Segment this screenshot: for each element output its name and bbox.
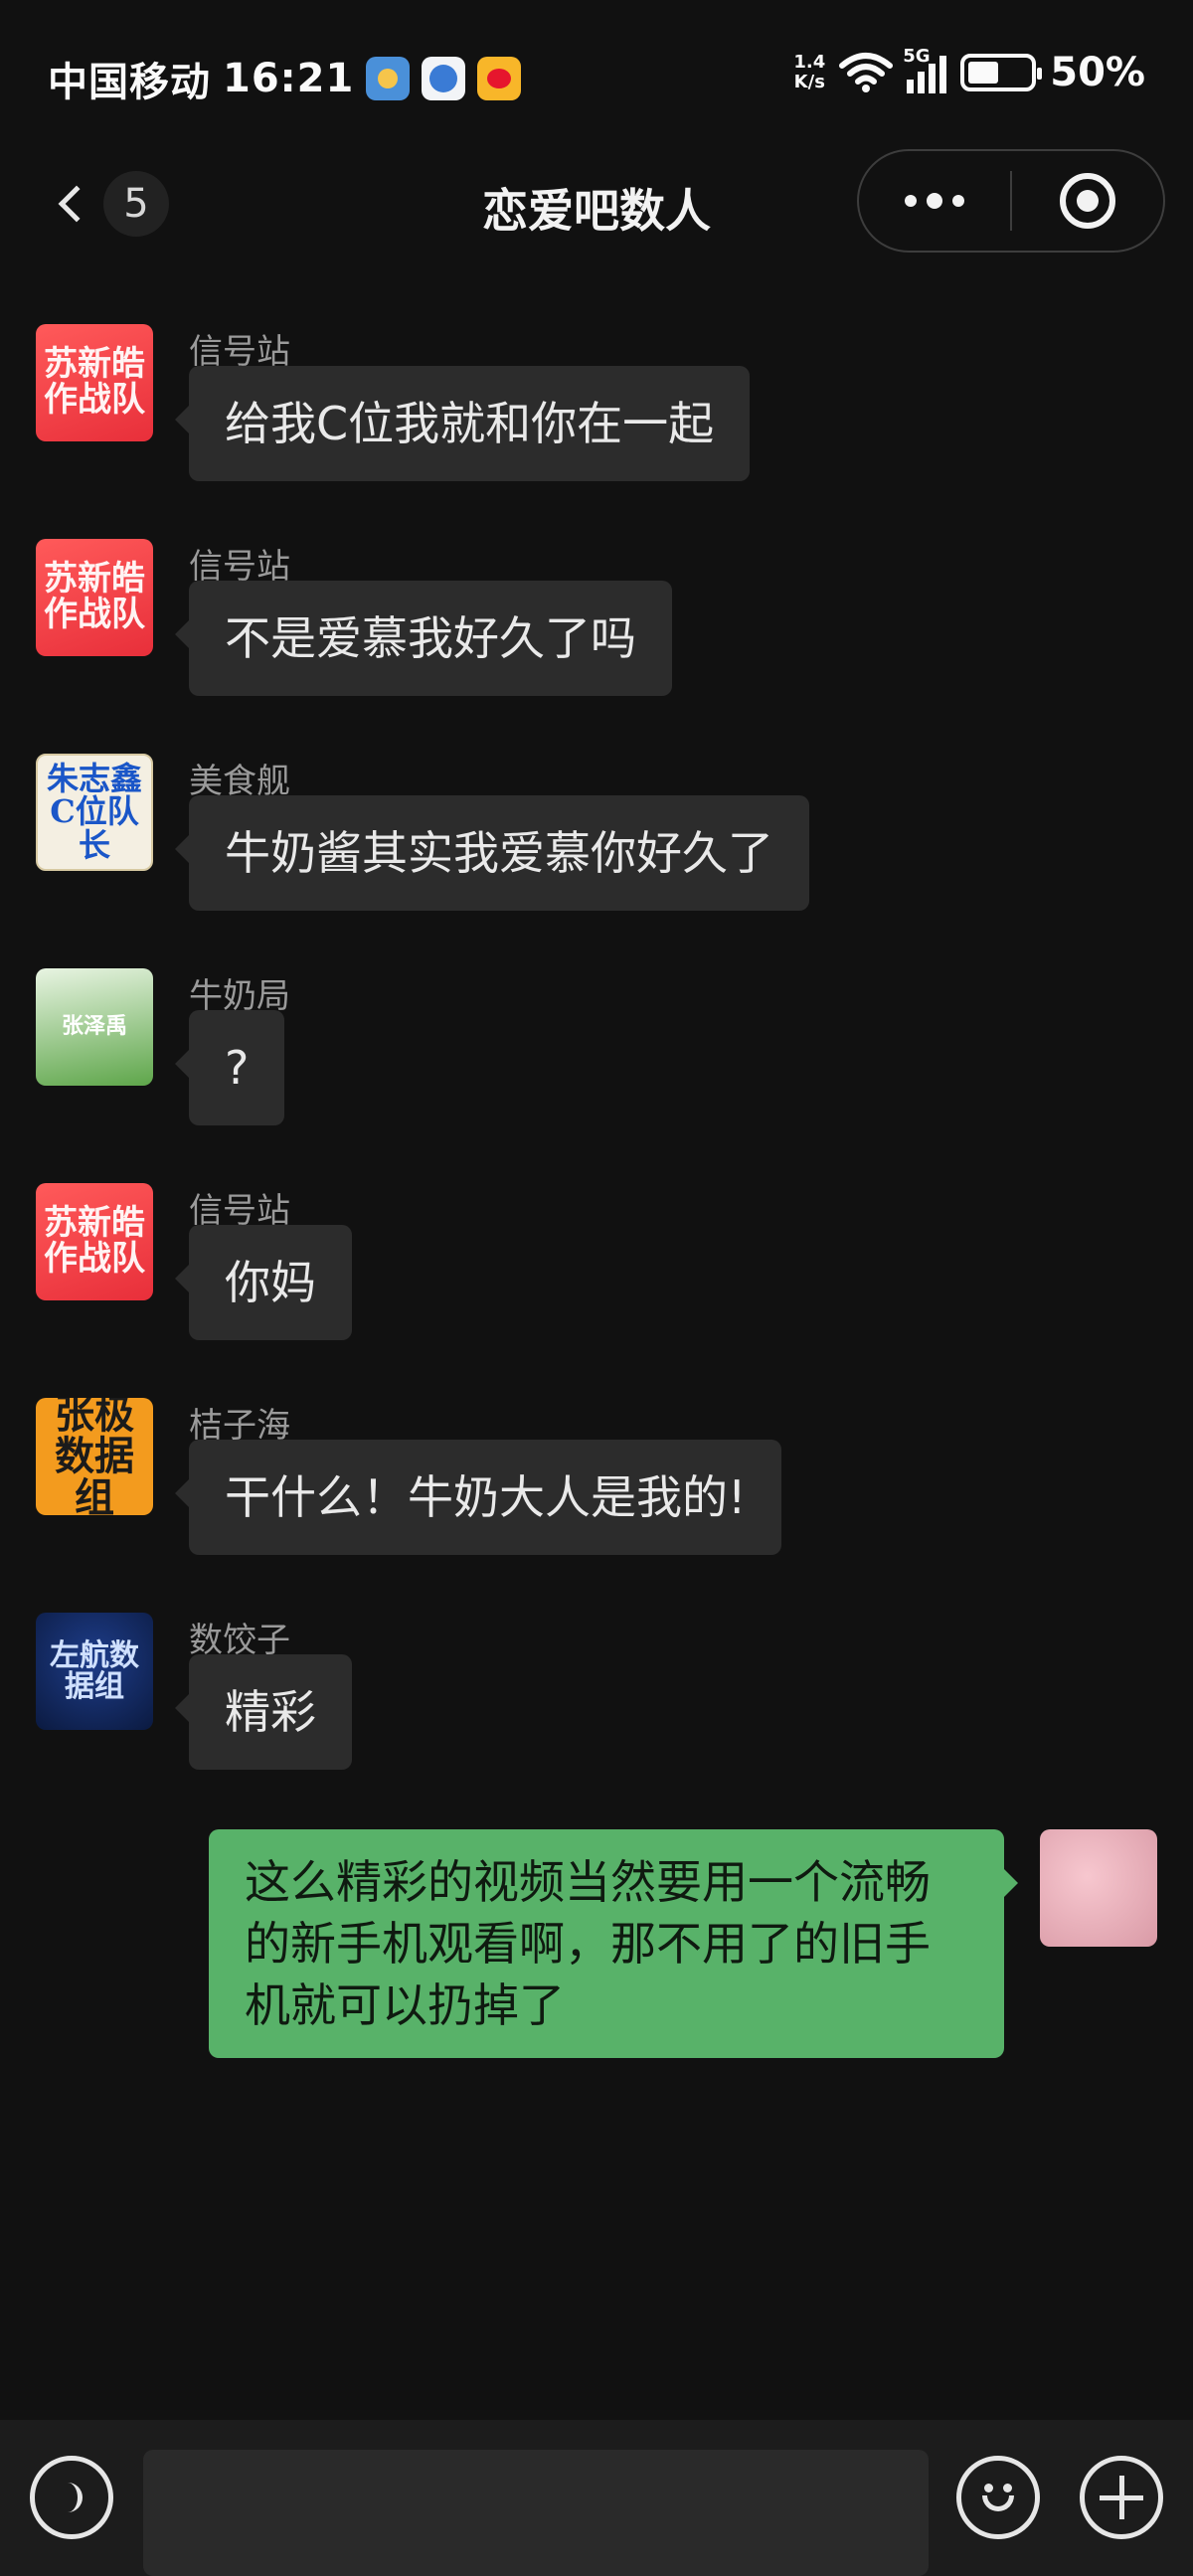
carrier-name: 中国移动 [48, 60, 211, 105]
target-icon [1059, 173, 1115, 229]
status-left: 中国移动 16:21 [48, 50, 522, 107]
browser-app-icon [422, 57, 466, 100]
avatar[interactable]: 苏新皓作战队 [36, 324, 153, 441]
message-bubble[interactable]: 不是爱慕我好久了吗 [175, 581, 672, 696]
avatar-label: 朱志鑫C位队长 [46, 759, 142, 864]
battery-icon [960, 54, 1043, 91]
own-avatar[interactable] [1040, 1829, 1157, 1947]
message-bubble[interactable]: 干什么！牛奶大人是我的! [174, 1440, 782, 1555]
emoji-icon [970, 2470, 1026, 2525]
weibo-app-icon [477, 57, 522, 100]
message-bubble[interactable]: 给我C位我就和你在一起 [174, 366, 751, 481]
clock: 16:21 [223, 56, 355, 101]
avatar[interactable]: 朱志鑫C位队长 [36, 754, 153, 871]
more-dots-icon [905, 195, 917, 207]
avatar-label: 张泽禹 [61, 1013, 127, 1040]
wifi-icon [839, 53, 894, 92]
more-functions-button[interactable] [1080, 2456, 1163, 2539]
avatar[interactable]: 张泽禹 [36, 968, 153, 1086]
plus-icon [1100, 2476, 1143, 2519]
emoji-button[interactable] [956, 2456, 1040, 2539]
network-speed: 1.4 K/s [793, 53, 825, 92]
avatar-label: 苏新皓作战队 [44, 559, 145, 634]
status-right: 1.4 K/s 5G 50% [793, 46, 1145, 95]
voice-icon [53, 2483, 83, 2512]
message-bubble[interactable]: 精彩 [175, 1654, 352, 1770]
chat-header: 5 恋爱吧数人 [0, 149, 1193, 258]
network-speed-unit: K/s [793, 72, 825, 92]
battery-fill [968, 62, 999, 84]
weather-app-icon [366, 57, 411, 100]
message-bubble[interactable]: 你妈 [175, 1225, 352, 1340]
input-bar [0, 2420, 1193, 2576]
voice-input-button[interactable] [30, 2456, 113, 2539]
avatar[interactable]: 左航数据组 [36, 1613, 153, 1730]
avatar-label: 左航数据组 [50, 1637, 139, 1704]
network-speed-value: 1.4 [793, 52, 826, 73]
cellular-signal-icon: 5G [903, 46, 947, 93]
avatar[interactable]: 苏新皓作战队 [36, 1183, 153, 1300]
avatar[interactable]: 苏新皓作战队 [36, 539, 153, 656]
avatar-label: 苏新皓作战队 [44, 344, 145, 420]
message-input[interactable] [143, 2450, 929, 2576]
avatar-label: 张极数据组 [55, 1398, 134, 1515]
more-options-button[interactable] [859, 151, 1010, 251]
message-bubble[interactable]: ? [174, 1010, 285, 1125]
close-mini-program-button[interactable] [1012, 151, 1163, 251]
network-type-label: 5G [903, 46, 931, 67]
avatar-label: 苏新皓作战队 [44, 1203, 145, 1279]
mini-program-capsule [857, 149, 1165, 253]
avatar[interactable]: 张极数据组 [36, 1398, 153, 1515]
own-message-bubble[interactable]: 这么精彩的视频当然要用一个流畅的新手机观看啊，那不用了的旧手机就可以扔掉了 [209, 1829, 1018, 2058]
battery-percentage: 50% [1050, 50, 1145, 95]
message-bubble[interactable]: 牛奶酱其实我爱慕你好久了 [175, 795, 809, 911]
status-bar: 中国移动 16:21 1.4 K/s 5G 50% [0, 0, 1193, 149]
